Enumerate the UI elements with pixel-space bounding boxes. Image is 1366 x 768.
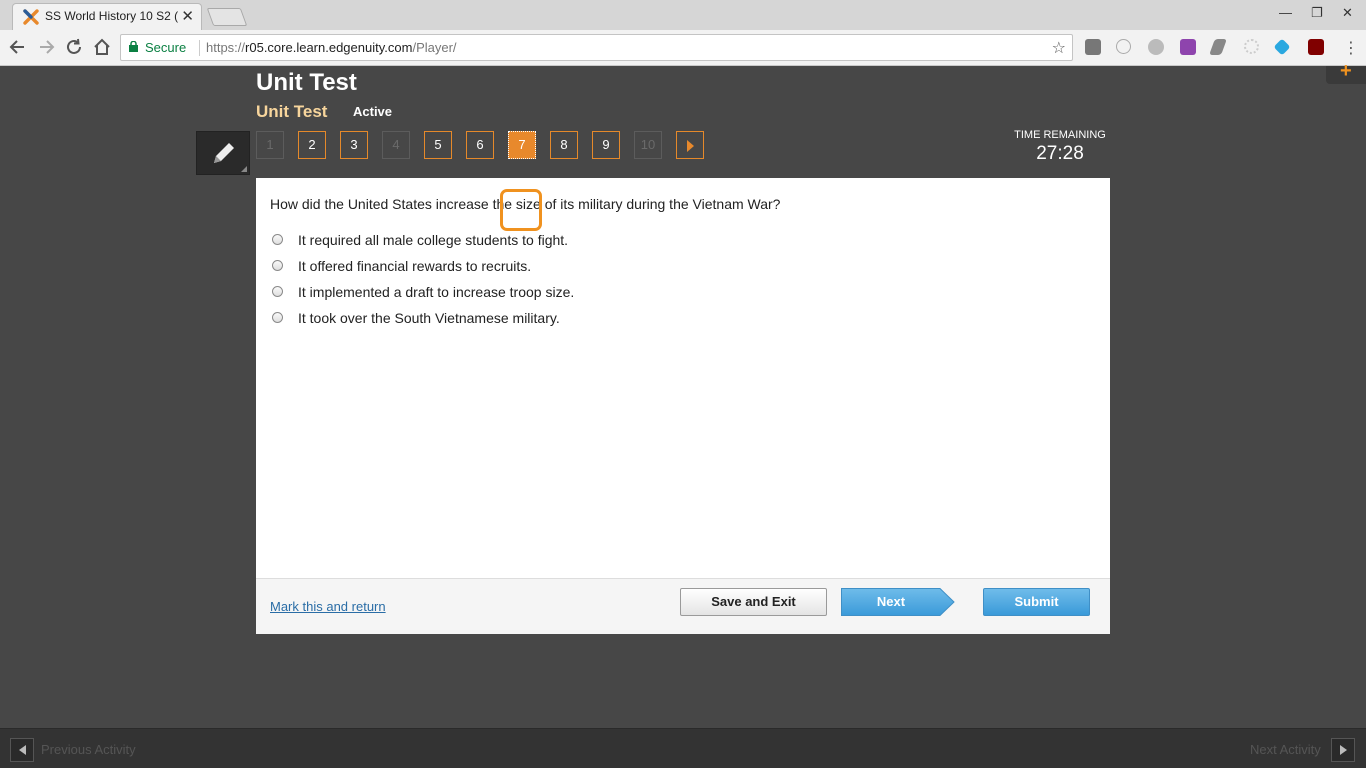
restore-icon[interactable]: ❐ [1311,5,1323,21]
tab-title: SS World History 10 S2 ( [45,9,179,23]
question-button-1: 1 [256,131,284,159]
radio-button[interactable] [272,286,283,297]
page-title: Unit Test [256,69,357,96]
tab-close-icon[interactable]: ✕ [181,7,194,25]
next-activity-button[interactable] [1331,738,1355,762]
url-text: https://r05.core.learn.edgenuity.com/Pla… [206,40,457,55]
submit-button[interactable]: Submit [983,588,1090,616]
question-button-7[interactable]: 7 [508,131,536,159]
side-panel-tab[interactable]: + [1326,60,1366,84]
minimize-icon[interactable]: — [1279,5,1292,20]
question-button-9[interactable]: 9 [592,131,620,159]
question-button-4: 4 [382,131,410,159]
forward-icon[interactable] [35,36,57,58]
extension-circle-icon[interactable] [1148,39,1164,55]
pencil-icon [214,143,234,163]
question-button-2[interactable]: 2 [298,131,326,159]
answer-option-label: It took over the South Vietnamese milita… [298,310,560,326]
status-label: Active [353,104,393,119]
activity-title: Unit Test [256,102,328,121]
address-bar[interactable]: Secure https://r05.core.learn.edgenuity.… [120,34,1073,61]
browser-tab[interactable]: SS World History 10 S2 ( ✕ [12,3,202,30]
chevron-left-icon [19,745,26,755]
chevron-right-icon [1340,745,1347,755]
tool-corner-indicator [241,166,247,172]
answer-option-label: It required all male college students to… [298,232,569,248]
next-button-label: Next [876,594,906,609]
mark-and-return-link[interactable]: Mark this and return [270,599,386,614]
question-button-8[interactable]: 8 [550,131,578,159]
back-icon[interactable] [7,36,29,58]
next-activity-label[interactable]: Next Activity [1250,742,1321,757]
edgenuity-favicon-icon [23,9,39,25]
question-button-10: 10 [634,131,662,159]
question-panel: How did the United States increase the s… [256,178,1110,634]
save-and-exit-button[interactable]: Save and Exit [680,588,827,616]
window-close-icon[interactable]: ✕ [1342,5,1353,21]
next-questions-button[interactable] [676,131,704,159]
browser-menu-icon[interactable]: ⋮ [1343,38,1359,58]
url-path: /Player/ [412,40,457,55]
previous-activity-button[interactable] [10,738,34,762]
extension-help-icon[interactable] [1116,39,1131,54]
timer-label: TIME REMAINING [1014,129,1106,141]
answer-option-label: It implemented a draft to increase troop… [298,284,575,300]
focus-highlight-box [500,189,542,231]
previous-activity-label[interactable]: Previous Activity [41,742,136,757]
play-arrow-icon [687,140,694,152]
question-footer: Mark this and return Save and Exit Next … [256,578,1110,634]
next-button[interactable]: Next [841,588,955,616]
extension-loading-icon[interactable] [1244,39,1259,54]
question-button-5[interactable]: 5 [424,131,452,159]
answer-option-label: It offered financial rewards to recruits… [298,258,532,274]
extension-puzzle-icon[interactable] [1180,39,1196,55]
pencil-tool-button[interactable] [196,131,250,175]
radio-button[interactable] [272,260,283,271]
activity-bar: Previous Activity Next Activity [0,728,1366,768]
bookmark-star-icon[interactable]: ☆ [1052,38,1066,58]
url-scheme: https:// [206,40,246,55]
plus-icon: + [1340,60,1352,82]
extension-slash-icon[interactable] [1209,39,1227,55]
extension-cast-icon[interactable] [1085,39,1101,55]
home-icon[interactable] [91,36,113,58]
lock-icon [129,41,138,52]
browser-toolbar: Secure https://r05.core.learn.edgenuity.… [0,30,1366,66]
extension-ublock-icon[interactable] [1308,39,1324,55]
reload-icon[interactable] [63,36,85,58]
radio-button[interactable] [272,312,283,323]
radio-button[interactable] [272,234,283,245]
browser-tabstrip: SS World History 10 S2 ( ✕ — ❐ ✕ [0,0,1366,30]
omnibox-divider [199,40,200,56]
new-tab-button[interactable] [206,8,248,26]
secure-label: Secure [145,40,187,55]
question-button-6[interactable]: 6 [466,131,494,159]
url-host: r05.core.learn.edgenuity.com [245,40,413,55]
question-button-3[interactable]: 3 [340,131,368,159]
extension-diamond-icon[interactable] [1273,38,1291,56]
timer-value: 27:28 [1036,143,1084,164]
